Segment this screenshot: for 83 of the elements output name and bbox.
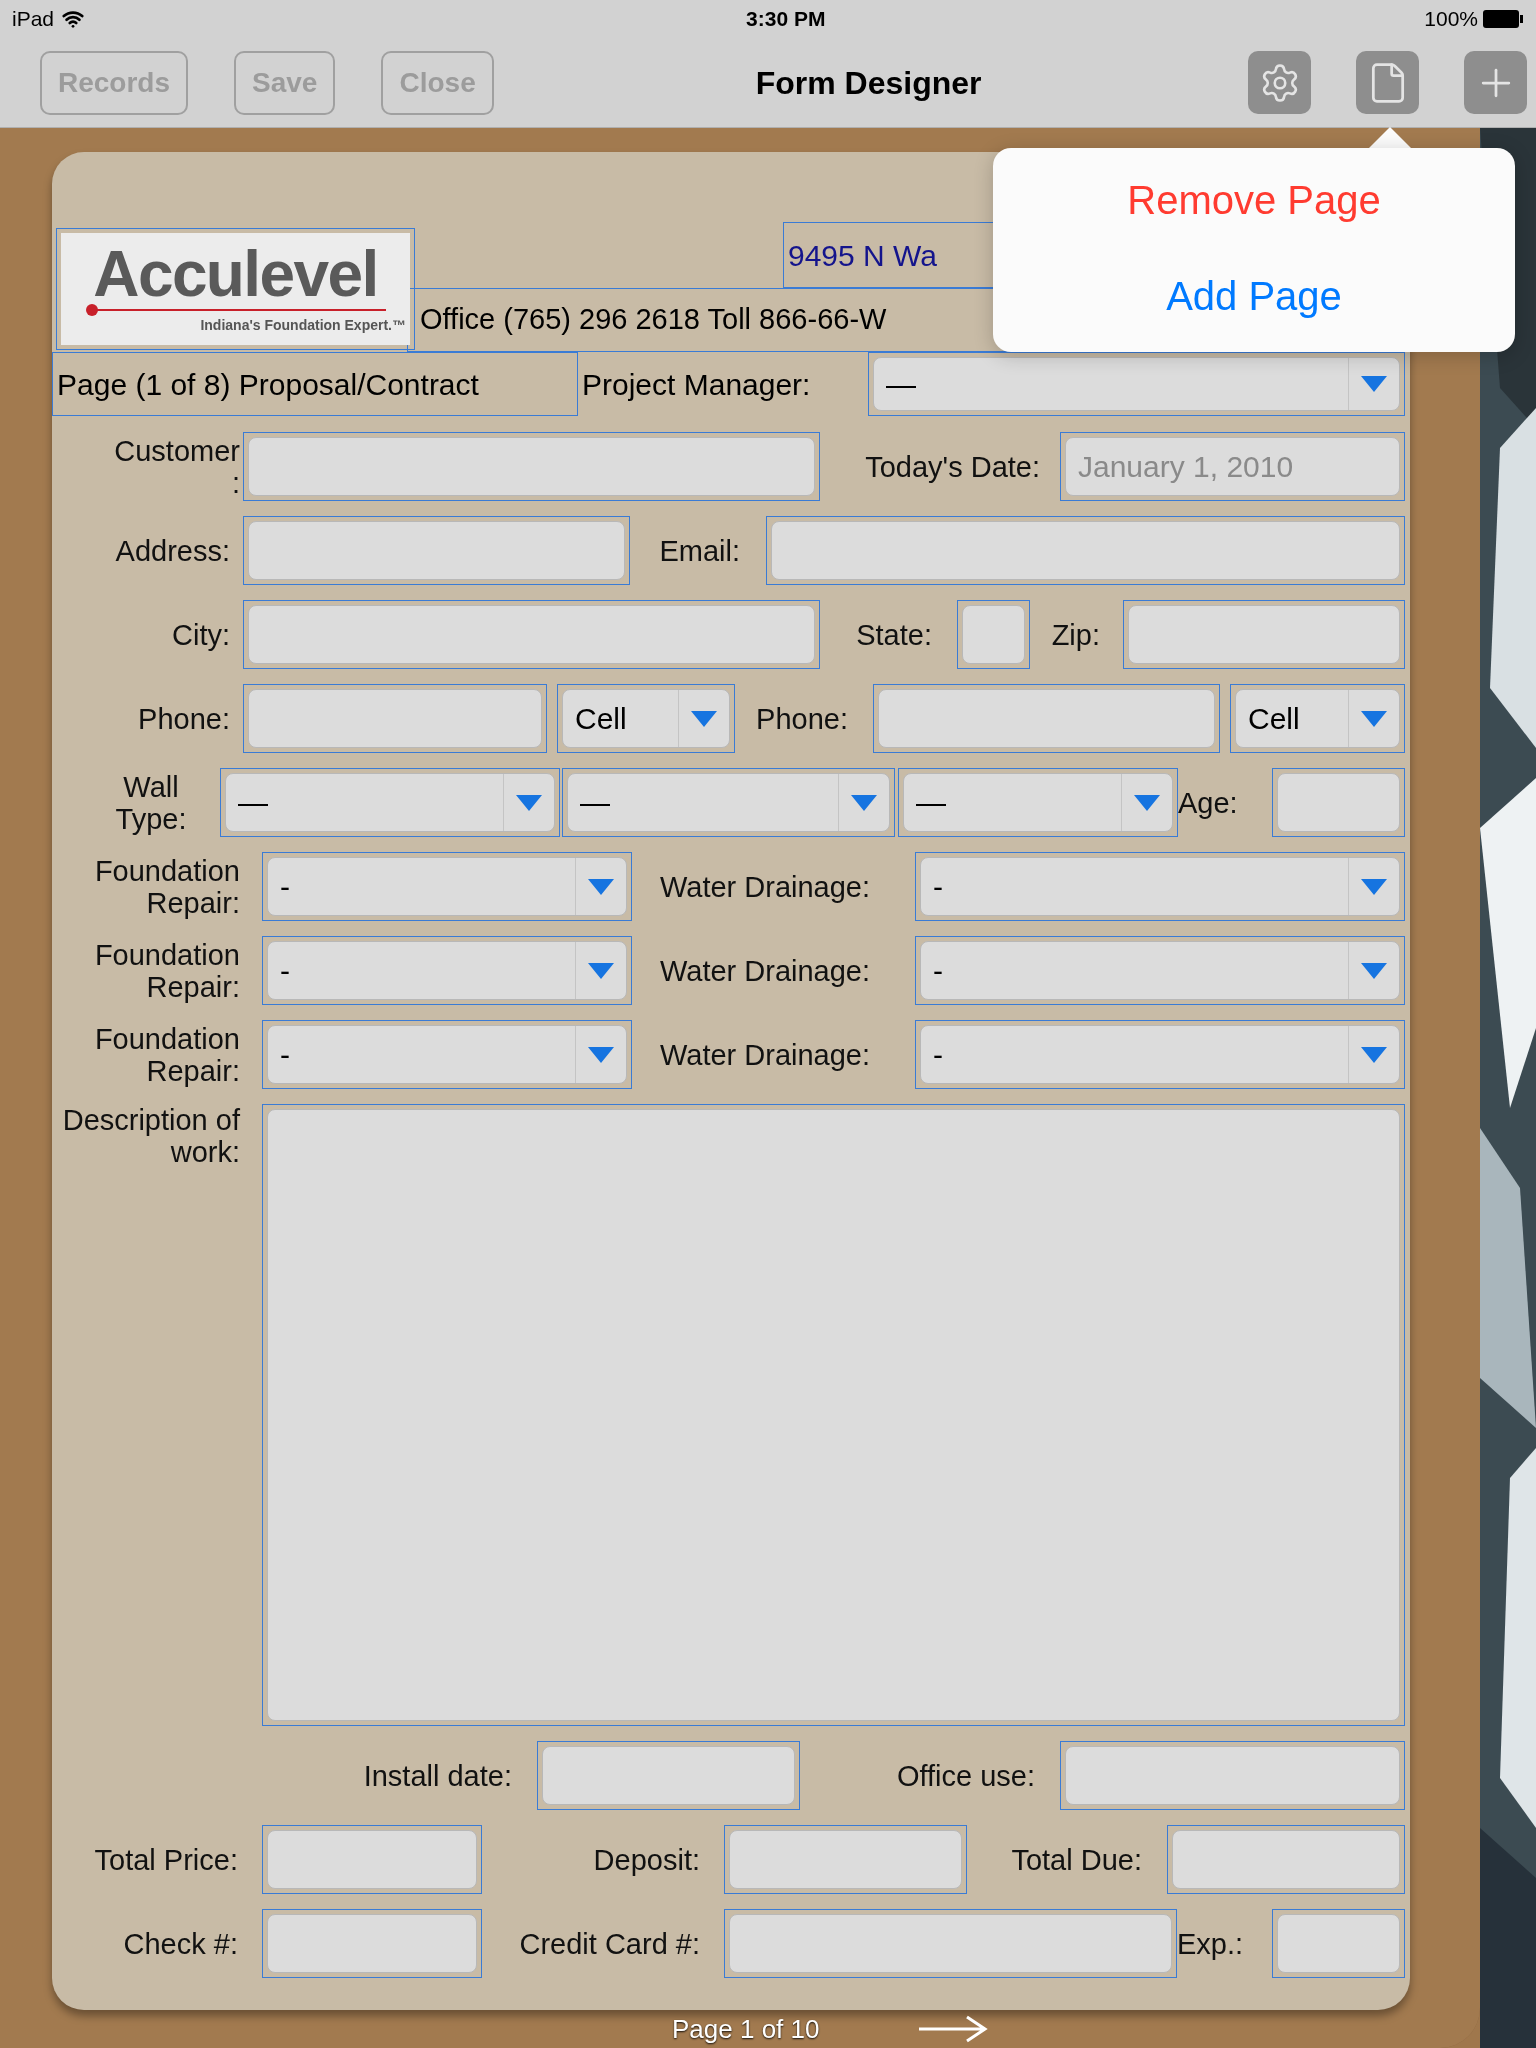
caret-icon — [588, 878, 614, 895]
text-field[interactable] — [724, 1825, 967, 1894]
text-field[interactable] — [243, 684, 547, 753]
dropdown[interactable]: — — [220, 768, 560, 837]
caret-icon — [1361, 962, 1387, 979]
dropdown[interactable]: - — [262, 936, 632, 1005]
toolbar-title: Form Designer — [755, 63, 982, 103]
field-label: Exp.: — [1177, 1927, 1245, 1960]
text-field[interactable] — [243, 600, 820, 669]
arrow-icon[interactable] — [917, 2014, 990, 2044]
dropdown[interactable]: - — [262, 1020, 632, 1089]
field-label: Check #: — [122, 1927, 238, 1960]
field-label: City: — [171, 618, 230, 651]
field-label: Zip: — [1050, 618, 1100, 651]
caret-icon — [1361, 878, 1387, 895]
caret-icon — [1361, 710, 1387, 727]
field-label: Deposit: — [592, 1843, 700, 1876]
page-title: Page (1 of 8) Proposal/Contract — [52, 352, 578, 416]
dropdown[interactable]: - — [915, 852, 1405, 921]
caret-icon — [516, 794, 542, 811]
field-label: Foundation Repair: — [93, 938, 240, 1003]
dropdown[interactable]: - — [915, 936, 1405, 1005]
field-label: Water Drainage: — [658, 954, 872, 987]
battery-level: 100% — [1424, 6, 1478, 33]
text-field[interactable] — [243, 516, 630, 585]
field-label: Water Drainage: — [658, 1038, 872, 1071]
add-button[interactable] — [1464, 51, 1527, 114]
dropdown[interactable]: Cell — [557, 684, 735, 753]
page-indicator: Page 1 of 10 — [672, 2012, 820, 2046]
clock: 3:30 PM — [746, 6, 826, 33]
field-label: Office use: — [895, 1759, 1035, 1792]
field-label: Today's Date: — [864, 450, 1040, 483]
field-label: Project Manager: — [581, 366, 812, 403]
caret-icon — [588, 1046, 614, 1063]
text-field[interactable] — [766, 516, 1405, 585]
dropdown[interactable]: - — [262, 852, 632, 921]
text-field[interactable] — [537, 1741, 800, 1810]
dropdown[interactable]: Cell — [1230, 684, 1405, 753]
caret-icon — [588, 962, 614, 979]
field-label: Total Price: — [93, 1843, 238, 1876]
dropdown[interactable]: — — [898, 768, 1178, 837]
field-label: Description of work: — [61, 1104, 240, 1168]
text-field[interactable] — [262, 1909, 482, 1978]
dropdown[interactable]: — — [562, 768, 895, 837]
field-label: State: — [855, 618, 932, 651]
field-label: Wall Type: — [114, 770, 188, 835]
field-label: Credit Card #: — [518, 1927, 700, 1960]
field-label: Email: — [658, 534, 740, 567]
text-field[interactable] — [243, 432, 820, 501]
text-field[interactable] — [724, 1909, 1177, 1978]
text-field[interactable] — [1167, 1825, 1405, 1894]
field-label: Phone: — [137, 702, 230, 735]
settings-button[interactable] — [1248, 51, 1311, 114]
logo-wordmark: Acculevel — [93, 244, 378, 303]
page-button[interactable] — [1356, 51, 1419, 114]
field-label: Install date: — [362, 1759, 512, 1792]
field-label: Foundation Repair: — [93, 854, 240, 919]
text-field[interactable] — [262, 1825, 482, 1894]
dropdown[interactable]: — — [868, 352, 1405, 416]
dropdown[interactable]: - — [915, 1020, 1405, 1089]
field-label: Total Due: — [1010, 1843, 1142, 1876]
text-field[interactable] — [1060, 1741, 1405, 1810]
wifi-icon — [62, 8, 85, 30]
text-field[interactable] — [1272, 768, 1405, 837]
caret-icon — [1361, 376, 1387, 392]
battery-icon — [1482, 9, 1524, 29]
caret-icon — [1361, 1046, 1387, 1063]
caret-icon — [1134, 794, 1160, 811]
text-field[interactable] — [1123, 600, 1405, 669]
logo-tagline: Indiana's Foundation Expert.™ — [200, 315, 407, 334]
text-field[interactable] — [873, 684, 1220, 753]
field-label: Address: — [114, 534, 230, 567]
text-field[interactable] — [957, 600, 1030, 669]
field-label: Water Drainage: — [658, 870, 872, 903]
field-label: Foundation Repair: — [93, 1022, 240, 1087]
date-field[interactable]: January 1, 2010 — [1060, 432, 1405, 501]
caret-icon — [851, 794, 877, 811]
field-label: Customer : — [113, 434, 240, 499]
field-label: Age: — [1178, 786, 1239, 819]
field-label: Phone: — [755, 702, 848, 735]
caret-icon — [691, 710, 717, 727]
text-field[interactable] — [1272, 1909, 1405, 1978]
device-name: iPad — [12, 6, 55, 33]
